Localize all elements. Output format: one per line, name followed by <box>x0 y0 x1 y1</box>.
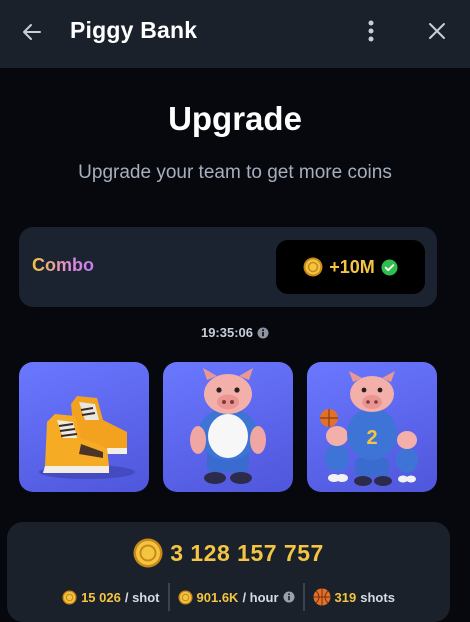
per-shot-stat: 15 026 / shot <box>54 590 167 605</box>
stats-row: 15 026 / shot 901.6K / hour 319 shots <box>7 582 450 612</box>
combo-card[interactable]: Combo +10M <box>19 227 437 307</box>
combo-label: Combo <box>32 255 94 275</box>
basketball-icon <box>313 588 331 606</box>
app-title: Piggy Bank <box>70 17 198 43</box>
pig-card[interactable] <box>163 362 293 492</box>
coin-icon <box>303 257 323 277</box>
svg-text:2: 2 <box>366 427 377 449</box>
info-icon[interactable] <box>257 327 269 339</box>
sneakers-card[interactable] <box>19 362 149 492</box>
more-vertical-icon <box>368 20 374 42</box>
arrow-left-icon <box>23 24 41 40</box>
back-button[interactable] <box>18 18 46 46</box>
page-title: Upgrade <box>168 100 302 137</box>
balance-row: 3 128 157 757 <box>7 538 450 568</box>
combo-reward-value: +10M <box>329 256 375 277</box>
top-bar: Piggy Bank <box>0 0 470 68</box>
per-hour-value: 901.6K <box>196 589 239 605</box>
more-menu-button[interactable] <box>358 16 384 46</box>
sneakers-image <box>39 396 135 479</box>
combo-reward-badge: +10M <box>276 240 425 294</box>
coin-icon <box>133 538 163 568</box>
timer-value: 19:35:06 <box>200 325 254 340</box>
pig-basketball-team-image: 2 <box>320 371 418 486</box>
pig-team-card[interactable]: 2 <box>307 362 437 492</box>
combo-timer: 19:35:06 <box>0 325 470 340</box>
close-icon <box>429 23 445 39</box>
shots-unit: shots <box>360 589 395 605</box>
page-subtitle: Upgrade your team to get more coins <box>78 162 392 183</box>
per-hour-stat: 901.6K / hour <box>170 590 303 605</box>
shots-value: 319 <box>334 589 357 605</box>
per-shot-unit: / shot <box>124 589 160 605</box>
pig-character-image <box>190 368 266 484</box>
per-shot-value: 15 026 <box>81 589 121 605</box>
coin-balance: 3 128 157 757 <box>170 539 324 566</box>
stats-panel: 3 128 157 757 15 026 / shot 901.6K / hou… <box>7 522 450 622</box>
per-hour-unit: / hour <box>242 589 279 605</box>
coin-icon <box>62 589 77 605</box>
check-circle-icon <box>381 258 398 276</box>
shots-stat: 319 shots <box>305 588 403 606</box>
coin-icon <box>177 589 193 605</box>
close-button[interactable] <box>423 16 451 46</box>
info-icon[interactable] <box>283 591 295 603</box>
